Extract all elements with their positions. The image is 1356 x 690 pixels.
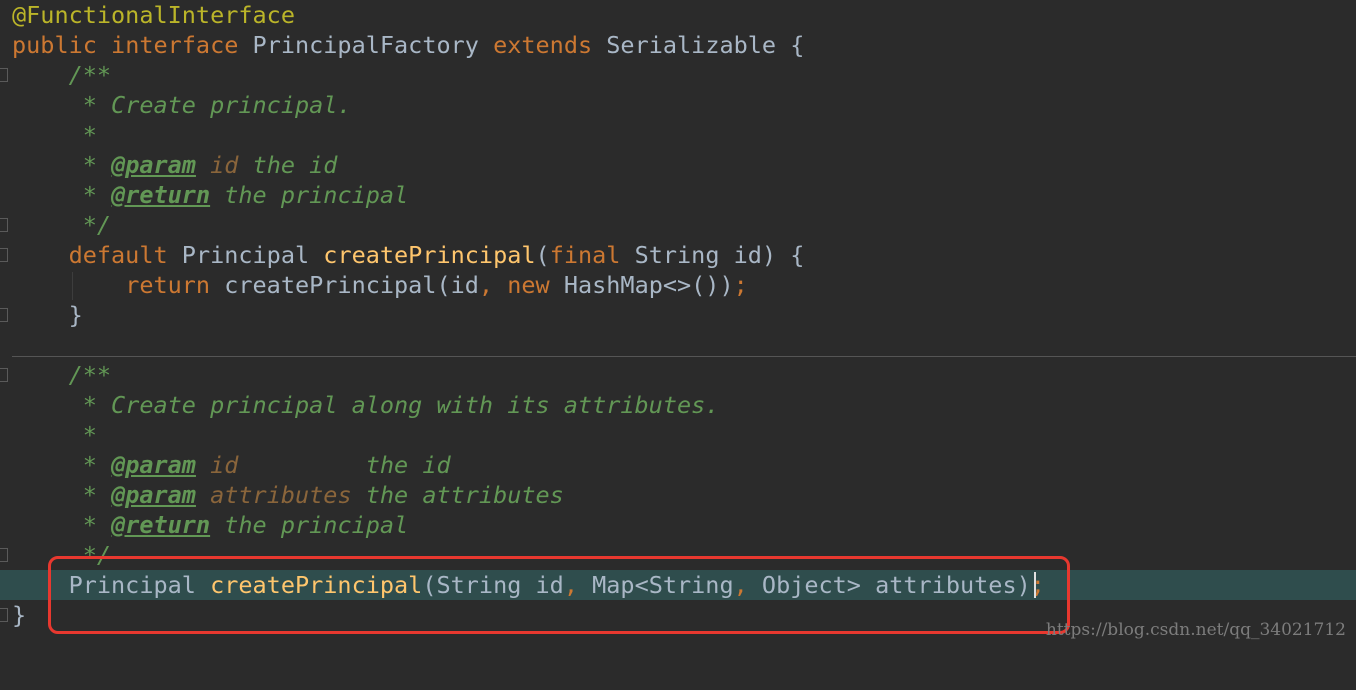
javadoc-param-tag: @param (111, 451, 196, 479)
constructor-call: HashMap<>()) (563, 271, 734, 299)
javadoc-summary: * Create principal. (82, 91, 352, 119)
javadoc-star: * (82, 511, 97, 539)
javadoc-param-tag: @param (111, 151, 196, 179)
javadoc-param-name: id (210, 151, 239, 179)
code-line[interactable]: public interface PrincipalFactory extend… (0, 30, 1356, 60)
method-name: createPrincipal (323, 241, 536, 269)
annotation: @FunctionalInterface (12, 1, 295, 29)
fold-marker-icon[interactable] (0, 218, 8, 232)
code-line[interactable]: return createPrincipal(id, new HashMap<>… (0, 270, 1356, 300)
paren: ( (535, 241, 550, 269)
keyword: extends (493, 31, 593, 59)
code-line[interactable]: * Create principal along with its attrib… (0, 390, 1356, 420)
keyword: public (12, 31, 97, 59)
code-line[interactable]: * @param id the id (0, 150, 1356, 180)
javadoc-param-desc: the id (252, 151, 338, 179)
keyword: return (125, 271, 211, 299)
javadoc-star: * (82, 121, 97, 149)
param-name: id (733, 241, 762, 269)
keyword: final (549, 241, 621, 269)
code-line[interactable]: } (0, 300, 1356, 330)
javadoc-param-desc: the id (365, 451, 451, 479)
javadoc-star: * (82, 181, 97, 209)
code-line[interactable]: * @param attributes the attributes (0, 480, 1356, 510)
brace: { (790, 31, 805, 59)
paren-close: ) { (761, 241, 805, 269)
javadoc-return-desc: the principal (224, 181, 409, 209)
param-type: String (634, 241, 720, 269)
javadoc-open: /** (68, 61, 112, 89)
semicolon: ; (733, 271, 748, 299)
fold-marker-icon[interactable] (0, 548, 8, 562)
highlight-box (48, 556, 1070, 634)
code-line[interactable]: /** (0, 60, 1356, 90)
javadoc-star: * (82, 481, 97, 509)
parent-type: Serializable (606, 31, 777, 59)
comma: , (478, 271, 494, 299)
code-line[interactable]: /** (0, 360, 1356, 390)
code-line[interactable]: */ (0, 210, 1356, 240)
code-line[interactable]: * @return the principal (0, 510, 1356, 540)
code-line[interactable]: * (0, 120, 1356, 150)
fold-marker-icon[interactable] (0, 308, 8, 322)
watermark: https://blog.csdn.net/qq_34021712 (1045, 620, 1346, 640)
brace: } (12, 601, 27, 629)
javadoc-star: * (82, 151, 97, 179)
interface-name: PrincipalFactory (252, 31, 479, 59)
javadoc-param-name: attributes (210, 481, 352, 509)
fold-marker-icon[interactable] (0, 368, 8, 382)
fold-marker-icon[interactable] (0, 248, 8, 262)
javadoc-star: * (82, 451, 97, 479)
code-line[interactable]: @FunctionalInterface (0, 0, 1356, 30)
indent-guide (72, 272, 73, 300)
javadoc-param-desc: the attributes (365, 481, 564, 509)
code-editor[interactable]: @FunctionalInterface public interface Pr… (0, 0, 1356, 650)
javadoc-summary: * Create principal along with its attrib… (82, 391, 720, 419)
method-call: createPrincipal(id (224, 271, 479, 299)
fold-marker-icon[interactable] (0, 68, 8, 82)
fold-marker-icon[interactable] (0, 608, 8, 622)
javadoc-star: * (82, 421, 97, 449)
code-line[interactable]: * (0, 420, 1356, 450)
return-type: Principal (181, 241, 310, 269)
javadoc-param-name: id (210, 451, 239, 479)
code-line[interactable]: * @param id the id (0, 450, 1356, 480)
javadoc-return-tag: @return (111, 511, 211, 539)
keyword: default (68, 241, 168, 269)
code-line[interactable]: default Principal createPrincipal(final … (0, 240, 1356, 270)
keyword: interface (111, 31, 239, 59)
code-line[interactable]: * @return the principal (0, 180, 1356, 210)
javadoc-return-tag: @return (111, 181, 211, 209)
javadoc-open: /** (68, 361, 112, 389)
javadoc-close: */ (82, 211, 112, 239)
javadoc-return-desc: the principal (224, 511, 409, 539)
method-separator (12, 356, 1356, 357)
keyword: new (507, 271, 550, 299)
javadoc-param-tag: @param (111, 481, 196, 509)
brace: } (68, 301, 83, 329)
code-line[interactable]: * Create principal. (0, 90, 1356, 120)
